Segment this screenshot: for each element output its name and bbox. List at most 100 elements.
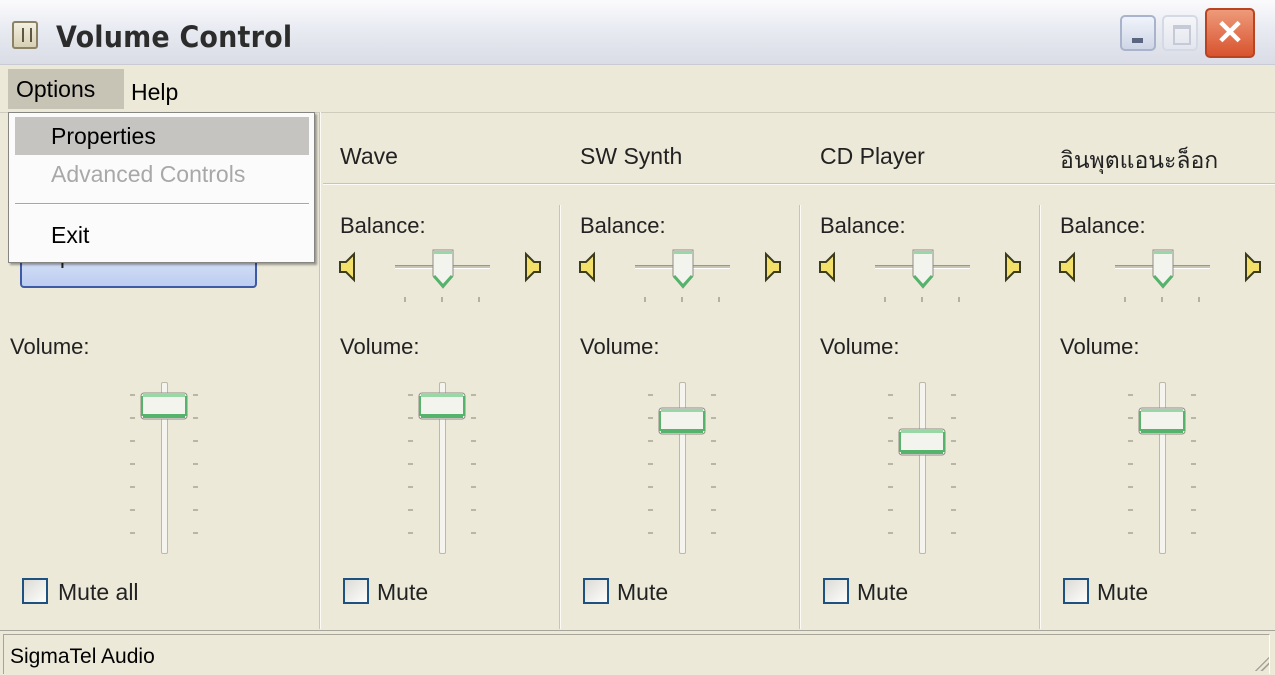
balance-tick	[921, 297, 923, 302]
mute-label: Mute	[857, 579, 909, 605]
volume-tick	[711, 509, 716, 511]
volume-tick	[1191, 440, 1196, 442]
balance-tick	[644, 297, 646, 302]
balance-tick	[718, 297, 720, 302]
volume-tick	[951, 417, 956, 419]
volume-tick	[951, 509, 956, 511]
volume-tick	[471, 440, 476, 442]
mute-all-checkbox[interactable]	[22, 578, 48, 604]
speaker-left-icon	[338, 250, 360, 284]
mute-checkbox[interactable]	[583, 578, 609, 604]
close-icon: ✕	[1215, 14, 1245, 52]
volume-tick	[1128, 486, 1133, 488]
mute-label: Mute	[377, 579, 429, 605]
balance-tick	[884, 297, 886, 302]
master-volume-label: Volume:	[10, 334, 90, 359]
volume-tick	[1191, 532, 1196, 534]
balance-tick	[404, 297, 406, 302]
mute-label: Mute	[617, 579, 669, 605]
volume-slider-track[interactable]	[919, 382, 926, 554]
volume-tick	[130, 440, 135, 442]
volume-tick	[711, 532, 716, 534]
volume-tick	[1191, 463, 1196, 465]
volume-label: Volume:	[1060, 334, 1140, 359]
title-bar[interactable]: Volume Control ✕	[0, 0, 1275, 65]
minimize-button[interactable]	[1120, 15, 1156, 51]
speaker-right-icon	[520, 250, 542, 284]
close-button[interactable]: ✕	[1205, 8, 1255, 58]
volume-tick	[648, 463, 653, 465]
speaker-left-icon	[818, 250, 840, 284]
volume-slider-thumb[interactable]	[1138, 407, 1186, 435]
mute-checkbox[interactable]	[823, 578, 849, 604]
volume-tick	[1191, 417, 1196, 419]
channel-header-divider	[323, 183, 1275, 185]
balance-label: Balance:	[1060, 213, 1146, 238]
volume-tick	[471, 394, 476, 396]
balance-tick	[1161, 297, 1163, 302]
volume-tick	[1128, 509, 1133, 511]
balance-label: Balance:	[580, 213, 666, 238]
channel-title: อินพุตแอนะล็อก	[1060, 147, 1219, 173]
volume-tick	[951, 463, 956, 465]
volume-tick	[193, 509, 198, 511]
volume-tick	[888, 463, 893, 465]
volume-tick	[1191, 486, 1196, 488]
volume-tick	[471, 532, 476, 534]
volume-tick	[130, 463, 135, 465]
mute-checkbox[interactable]	[343, 578, 369, 604]
master-volume-slider-thumb[interactable]	[140, 392, 188, 420]
volume-tick	[888, 417, 893, 419]
mute-label: Mute	[1097, 579, 1149, 605]
volume-tick	[471, 463, 476, 465]
volume-slider-thumb[interactable]	[418, 392, 466, 420]
balance-tick	[681, 297, 683, 302]
volume-tick	[408, 417, 413, 419]
volume-tick	[951, 394, 956, 396]
volume-tick	[711, 440, 716, 442]
volume-tick	[1128, 463, 1133, 465]
maximize-button	[1162, 15, 1198, 51]
menu-help[interactable]: Help	[123, 76, 186, 108]
volume-tick	[888, 440, 893, 442]
volume-tick	[888, 509, 893, 511]
mute-checkbox[interactable]	[1063, 578, 1089, 604]
volume-control-app-icon[interactable]	[12, 21, 38, 49]
volume-slider-thumb[interactable]	[658, 407, 706, 435]
balance-slider-thumb[interactable]	[1151, 248, 1175, 290]
channel-title: Wave	[340, 143, 398, 169]
mute-all-label: Mute all	[58, 579, 139, 605]
volume-tick	[888, 486, 893, 488]
balance-slider-thumb[interactable]	[671, 248, 695, 290]
volume-tick	[1128, 394, 1133, 396]
balance-slider-thumb[interactable]	[431, 248, 455, 290]
channel-title: CD Player	[820, 143, 925, 169]
speaker-left-icon	[578, 250, 600, 284]
balance-slider-thumb[interactable]	[911, 248, 935, 290]
volume-tick	[711, 463, 716, 465]
speaker-right-icon	[760, 250, 782, 284]
volume-tick	[408, 394, 413, 396]
volume-tick	[408, 532, 413, 534]
volume-tick	[648, 440, 653, 442]
menu-item-properties[interactable]: Properties	[15, 117, 309, 155]
volume-tick	[193, 440, 198, 442]
balance-label: Balance:	[340, 213, 426, 238]
pane-divider	[1039, 205, 1041, 629]
volume-tick	[130, 509, 135, 511]
volume-slider-thumb[interactable]	[898, 428, 946, 456]
volume-control-window: Volume Control ✕ Options Help Speaker Vo…	[0, 0, 1275, 675]
menu-item-exit[interactable]: Exit	[15, 216, 309, 254]
volume-tick	[1191, 509, 1196, 511]
speaker-right-icon	[1000, 250, 1022, 284]
master-pane-divider	[319, 112, 321, 629]
menu-bar	[0, 65, 1275, 113]
channel-title: SW Synth	[580, 143, 683, 169]
volume-tick	[951, 532, 956, 534]
menu-separator	[15, 203, 309, 205]
volume-tick	[408, 463, 413, 465]
resize-grip[interactable]	[1251, 653, 1269, 671]
volume-tick	[130, 532, 135, 534]
menu-options[interactable]: Options	[8, 69, 124, 109]
balance-label: Balance:	[820, 213, 906, 238]
